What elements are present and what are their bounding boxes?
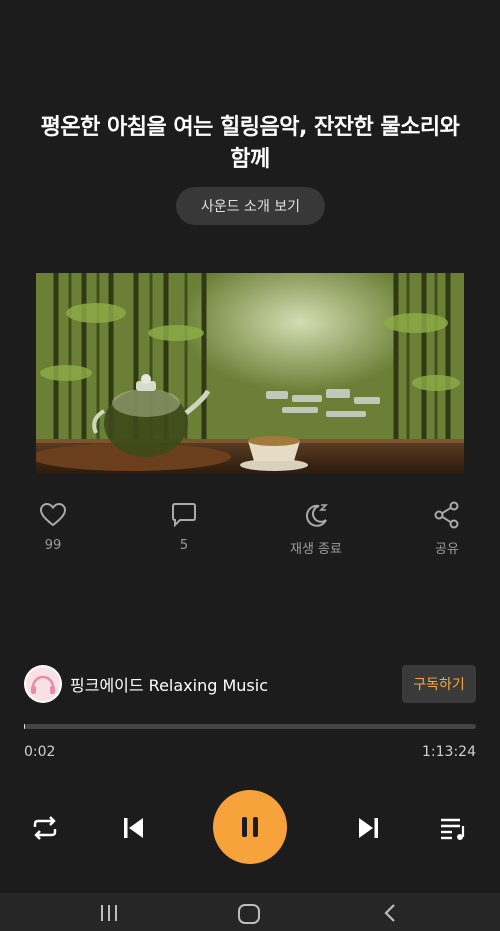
subscribe-button[interactable]: 구독하기 [402, 665, 476, 703]
playlist-button[interactable] [436, 811, 470, 845]
home-button[interactable] [236, 901, 262, 929]
channel-avatar[interactable] [24, 665, 62, 703]
like-button[interactable]: 99 [13, 500, 93, 553]
sound-intro-button[interactable]: 사운드 소개 보기 [176, 187, 325, 225]
channel-row: 핑크에이드 Relaxing Music 구독하기 [24, 664, 476, 704]
home-icon [238, 904, 260, 924]
artwork-image [36, 273, 464, 474]
total-time: 1:13:24 [422, 744, 476, 760]
recent-apps-button[interactable] [96, 901, 122, 927]
playlist-icon [441, 818, 465, 840]
channel-name[interactable]: 핑크에이드 Relaxing Music [70, 672, 268, 696]
progress-bar[interactable] [24, 724, 476, 729]
comment-icon [172, 503, 196, 528]
headphones-icon [26, 667, 60, 701]
share-label: 공유 [435, 542, 459, 557]
repeat-icon [33, 816, 57, 840]
video-title: 평온한 아침을 여는 힐링음악, 잔잔한 물소리와 함께 [40, 115, 460, 172]
back-button[interactable] [378, 901, 402, 929]
previous-button[interactable] [116, 811, 150, 845]
player-controls [0, 790, 500, 866]
repeat-button[interactable] [28, 811, 62, 845]
like-count: 99 [44, 538, 62, 553]
action-bar: 99 5 재생 종료 공유 [0, 500, 500, 560]
sleep-timer-label: 재생 종료 [290, 542, 342, 557]
back-icon [384, 904, 395, 922]
share-icon [434, 501, 459, 529]
skip-previous-icon [124, 818, 143, 838]
skip-next-icon [359, 818, 378, 838]
comment-count: 5 [179, 538, 189, 553]
play-pause-button[interactable] [213, 790, 287, 864]
comment-button[interactable]: 5 [144, 500, 224, 553]
pause-icon [242, 817, 258, 837]
system-nav-bar [0, 893, 500, 931]
share-button[interactable]: 공유 [407, 500, 487, 557]
bamboo-tea-scene [36, 273, 464, 474]
heart-icon [39, 502, 67, 527]
recent-apps-icon [101, 905, 117, 921]
next-button[interactable] [352, 811, 386, 845]
sleep-timer-icon [305, 504, 328, 527]
current-time: 0:02 [24, 744, 56, 760]
sleep-timer-button[interactable]: 재생 종료 [276, 500, 356, 557]
